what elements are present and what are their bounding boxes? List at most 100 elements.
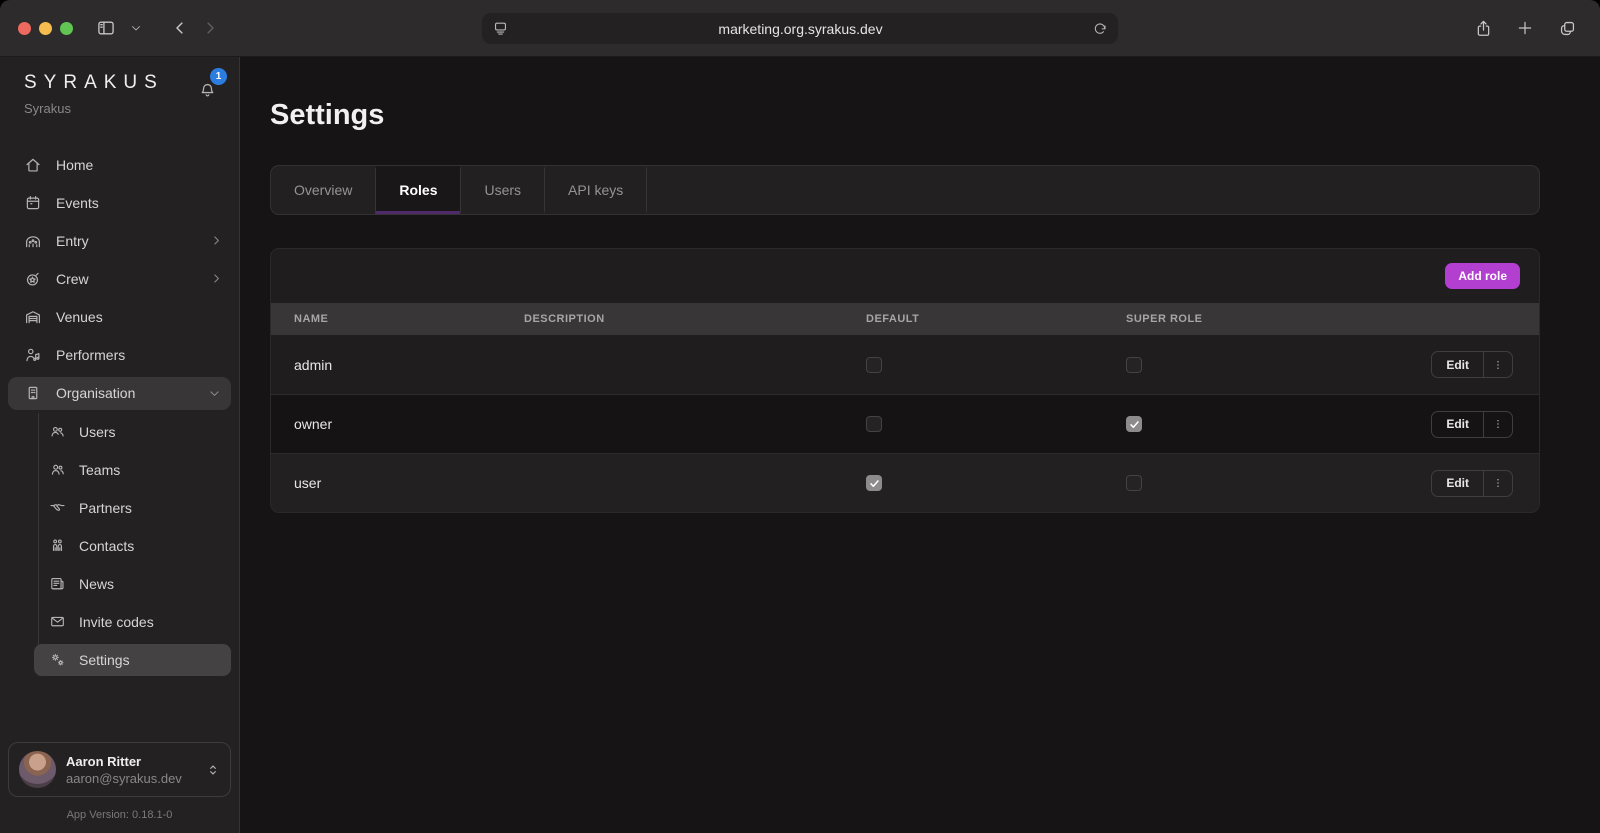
default-checkbox[interactable]	[866, 416, 882, 432]
table-row: user Edit	[271, 453, 1539, 512]
column-header-super-role: SUPER ROLE	[1126, 313, 1407, 325]
sidebar-header: SYRAKUS Syrakus 1	[0, 73, 239, 116]
app-body: SYRAKUS Syrakus 1 Home	[0, 57, 1600, 833]
sidebar-item-label: Invite codes	[79, 614, 154, 630]
sidebar-item-news[interactable]: News	[39, 565, 239, 603]
tab-users[interactable]: Users	[460, 166, 544, 214]
chevron-left-icon	[171, 19, 189, 37]
minimize-window-button[interactable]	[39, 22, 52, 35]
sidebar-item-home[interactable]: Home	[0, 146, 239, 184]
edit-role-button[interactable]: Edit	[1432, 352, 1483, 377]
url-text[interactable]: marketing.org.syrakus.dev	[509, 21, 1092, 37]
gears-icon	[49, 651, 66, 668]
tab-overview[interactable]: Overview	[271, 166, 375, 214]
crew-badge-icon	[24, 270, 42, 288]
app-version: App Version: 0.18.1-0	[0, 809, 239, 821]
share-button[interactable]	[1468, 14, 1498, 42]
super-role-checkbox[interactable]	[1126, 475, 1142, 491]
sidebar-item-label: Venues	[56, 309, 103, 325]
venue-building-icon	[24, 308, 42, 326]
edit-role-button[interactable]: Edit	[1432, 412, 1483, 437]
sidebar-item-label: Teams	[79, 462, 120, 478]
sidebar-item-crew[interactable]: Crew	[0, 260, 239, 298]
browser-toolbar: marketing.org.syrakus.dev	[0, 0, 1600, 57]
sidebar-item-performers[interactable]: Performers	[0, 336, 239, 374]
sidebar-item-events[interactable]: Events	[0, 184, 239, 222]
chevron-down-icon	[208, 387, 221, 400]
super-role-checkbox[interactable]	[1126, 357, 1142, 373]
sidebar-item-label: Crew	[56, 271, 89, 287]
user-email: aaron@syrakus.dev	[66, 771, 182, 786]
roles-toolbar: Add role	[271, 249, 1539, 303]
notification-badge: 1	[210, 68, 227, 85]
back-button[interactable]	[165, 14, 195, 42]
tab-overview-button[interactable]	[1552, 14, 1582, 42]
teams-icon	[49, 461, 66, 478]
sidebar-item-invite-codes[interactable]: Invite codes	[39, 603, 239, 641]
settings-tabs: Overview Roles Users API keys	[270, 165, 1540, 215]
sidebar-item-teams[interactable]: Teams	[39, 451, 239, 489]
edit-role-button[interactable]: Edit	[1432, 471, 1483, 496]
row-actions: Edit	[1431, 470, 1513, 497]
page-title: Settings	[270, 99, 1540, 132]
sidebar-toggle-button[interactable]	[91, 14, 121, 42]
table-row: owner Edit	[271, 394, 1539, 453]
zoom-window-button[interactable]	[60, 22, 73, 35]
super-role-checkbox[interactable]	[1126, 416, 1142, 432]
row-menu-button[interactable]	[1483, 471, 1512, 496]
home-icon	[24, 156, 42, 174]
new-tab-button[interactable]	[1510, 14, 1540, 42]
calendar-icon	[24, 194, 42, 212]
sidebar-item-label: Users	[79, 424, 116, 440]
sidebar-item-venues[interactable]: Venues	[0, 298, 239, 336]
column-header-description: DESCRIPTION	[524, 313, 866, 325]
tab-api-keys[interactable]: API keys	[544, 166, 647, 214]
sidebar-item-entry[interactable]: Entry	[0, 222, 239, 260]
tabs-icon	[1558, 19, 1577, 38]
organisation-subnav: Users Teams Partners	[38, 413, 239, 676]
sidebar-menu-button[interactable]	[121, 14, 151, 42]
entry-gate-icon	[24, 232, 42, 250]
toolbar-right-actions	[1468, 14, 1582, 42]
table-row: admin Edit	[271, 335, 1539, 394]
column-header-default: DEFAULT	[866, 313, 1126, 325]
sidebar-item-label: Settings	[79, 652, 130, 668]
forward-button[interactable]	[195, 14, 225, 42]
sidebar-item-label: Events	[56, 195, 99, 211]
address-bar[interactable]: marketing.org.syrakus.dev	[482, 13, 1118, 44]
reload-icon[interactable]	[1092, 21, 1108, 37]
share-icon	[1474, 19, 1493, 38]
envelope-icon	[49, 613, 66, 630]
role-name: admin	[294, 357, 524, 373]
sidebar-item-users[interactable]: Users	[39, 413, 239, 451]
add-role-button[interactable]: Add role	[1445, 263, 1520, 289]
sidebar-item-organisation[interactable]: Organisation	[8, 377, 231, 410]
sidebar-item-settings[interactable]: Settings	[34, 644, 231, 676]
role-name: owner	[294, 416, 524, 432]
handshake-icon	[49, 499, 66, 516]
organisation-building-icon	[24, 384, 42, 402]
browser-window: marketing.org.syrakus.dev	[0, 0, 1600, 833]
close-window-button[interactable]	[18, 22, 31, 35]
user-menu[interactable]: Aaron Ritter aaron@syrakus.dev	[8, 742, 231, 797]
roles-panel: Add role NAME DESCRIPTION DEFAULT SUPER …	[270, 248, 1540, 513]
performer-music-icon	[24, 346, 42, 364]
table-header: NAME DESCRIPTION DEFAULT SUPER ROLE	[271, 303, 1539, 335]
default-checkbox[interactable]	[866, 357, 882, 373]
newspaper-icon	[49, 575, 66, 592]
sidebar-item-label: Partners	[79, 500, 132, 516]
chevron-right-icon	[210, 234, 223, 247]
sidebar-item-label: Entry	[56, 233, 89, 249]
window-controls	[18, 22, 73, 35]
sidebar-item-label: Performers	[56, 347, 125, 363]
sidebar-item-partners[interactable]: Partners	[39, 489, 239, 527]
default-checkbox[interactable]	[866, 475, 882, 491]
sidebar-item-contacts[interactable]: Contacts	[39, 527, 239, 565]
avatar	[19, 751, 56, 788]
tab-roles[interactable]: Roles	[375, 166, 460, 214]
app-logo: SYRAKUS	[24, 73, 164, 94]
notifications-button[interactable]: 1	[198, 81, 217, 100]
page-settings-icon[interactable]	[492, 20, 509, 37]
row-menu-button[interactable]	[1483, 412, 1512, 437]
row-menu-button[interactable]	[1483, 352, 1512, 377]
